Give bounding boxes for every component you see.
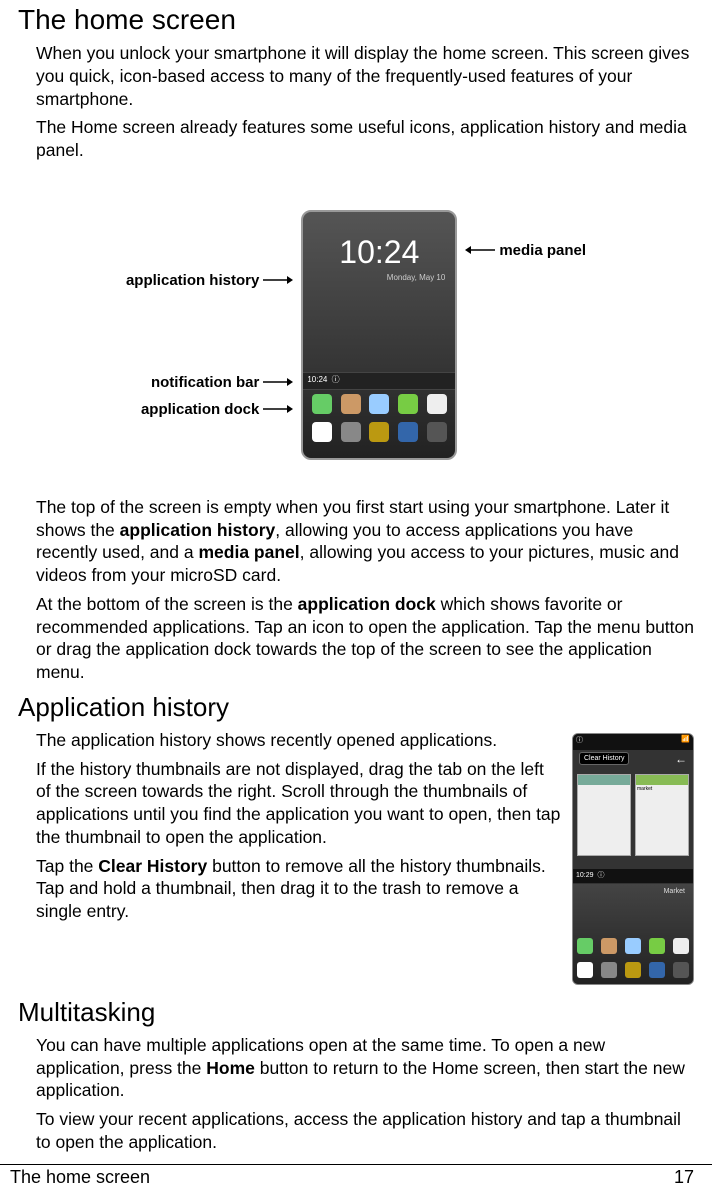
paragraph-multitask-1: You can have multiple applications open … — [36, 1034, 694, 1102]
market-label: market — [636, 785, 688, 793]
phone-icon — [312, 394, 332, 414]
heading-application-history: Application history — [18, 692, 694, 723]
facebook-icon — [398, 422, 418, 442]
label-text: notification bar — [151, 374, 259, 391]
label-application-history: application history — [126, 272, 293, 289]
page-footer: The home screen 17 — [0, 1164, 712, 1194]
bold-media-panel: media panel — [198, 542, 299, 562]
dock-row-2 — [303, 418, 455, 446]
browser-icon — [625, 938, 641, 954]
paragraph-intro-2: The Home screen already features some us… — [36, 116, 694, 162]
info-icon: ⓘ — [576, 735, 583, 749]
back-arrow-icon: ← — [675, 752, 687, 766]
messages-icon — [398, 394, 418, 414]
arrow-left-icon — [465, 245, 495, 255]
calendar-icon — [673, 938, 689, 954]
info-icon: ⓘ — [597, 872, 604, 879]
thumbnail-row: market — [577, 774, 689, 856]
bold-clear-history: Clear History — [98, 856, 207, 876]
phone-screenshot: 10:24 Monday, May 10 10:24 ⓘ — [301, 210, 457, 460]
contacts-icon — [601, 938, 617, 954]
bold-application-history: application history — [120, 520, 276, 540]
page-number: 17 — [674, 1167, 694, 1188]
heading-home-screen: The home screen — [18, 4, 694, 36]
notification-bar: 10:24 ⓘ — [303, 372, 455, 390]
label-text: application dock — [141, 401, 259, 418]
clock-date: Monday, May 10 — [303, 273, 455, 282]
contacts-icon — [341, 394, 361, 414]
app-history-screenshot: ⓘ 📶 Clear History ← market 10:29 ⓘ Marke… — [572, 733, 694, 985]
menu-icon — [601, 962, 617, 978]
signal-icon: 📶 — [681, 735, 690, 749]
gmail-icon — [577, 962, 593, 978]
clock-time: 10:24 — [303, 234, 455, 271]
label-text: application history — [126, 272, 259, 289]
bold-home: Home — [206, 1058, 255, 1078]
thumbnail — [577, 774, 631, 856]
menu-icon — [341, 422, 361, 442]
label-notification-bar: notification bar — [151, 374, 293, 391]
notif-time: 10:29 — [576, 872, 594, 879]
notif-time: 10:24 — [307, 375, 327, 384]
maps-icon — [625, 962, 641, 978]
maps-icon — [369, 422, 389, 442]
market-label: Market — [664, 888, 685, 895]
text-span: Tap the — [36, 856, 98, 876]
browser-icon — [369, 394, 389, 414]
label-media-panel: media panel — [465, 242, 586, 259]
clear-history-button: Clear History — [579, 752, 629, 765]
dock-row-1 — [303, 390, 455, 418]
thumbnail: market — [635, 774, 689, 856]
paragraph-empty-top: The top of the screen is empty when you … — [36, 496, 694, 587]
paragraph-intro-1: When you unlock your smartphone it will … — [36, 42, 694, 110]
label-text: media panel — [499, 242, 586, 259]
text-span: At the bottom of the screen is the — [36, 594, 298, 614]
phone-icon — [577, 938, 593, 954]
arrow-right-icon — [263, 275, 293, 285]
info-icon: ⓘ — [332, 375, 340, 384]
status-bar: ⓘ 📶 — [573, 734, 693, 750]
app-icon — [673, 962, 689, 978]
calendar-icon — [427, 394, 447, 414]
dock-row-1 — [573, 938, 693, 954]
arrow-right-icon — [263, 404, 293, 414]
footer-title: The home screen — [10, 1167, 150, 1188]
arrow-right-icon — [263, 377, 293, 387]
home-screen-diagram: application history notification bar app… — [18, 182, 694, 488]
paragraph-app-dock: At the bottom of the screen is the appli… — [36, 593, 694, 684]
messages-icon — [649, 938, 665, 954]
label-application-dock: application dock — [141, 401, 293, 418]
dock-row-2 — [573, 962, 693, 978]
paragraph-multitask-2: To view your recent applications, access… — [36, 1108, 694, 1154]
lower-panel: Market — [573, 884, 693, 984]
gmail-icon — [312, 422, 332, 442]
app-icon — [427, 422, 447, 442]
bold-application-dock: application dock — [298, 594, 436, 614]
notification-bar: 10:29 ⓘ — [573, 869, 693, 883]
facebook-icon — [649, 962, 665, 978]
heading-multitasking: Multitasking — [18, 997, 694, 1028]
